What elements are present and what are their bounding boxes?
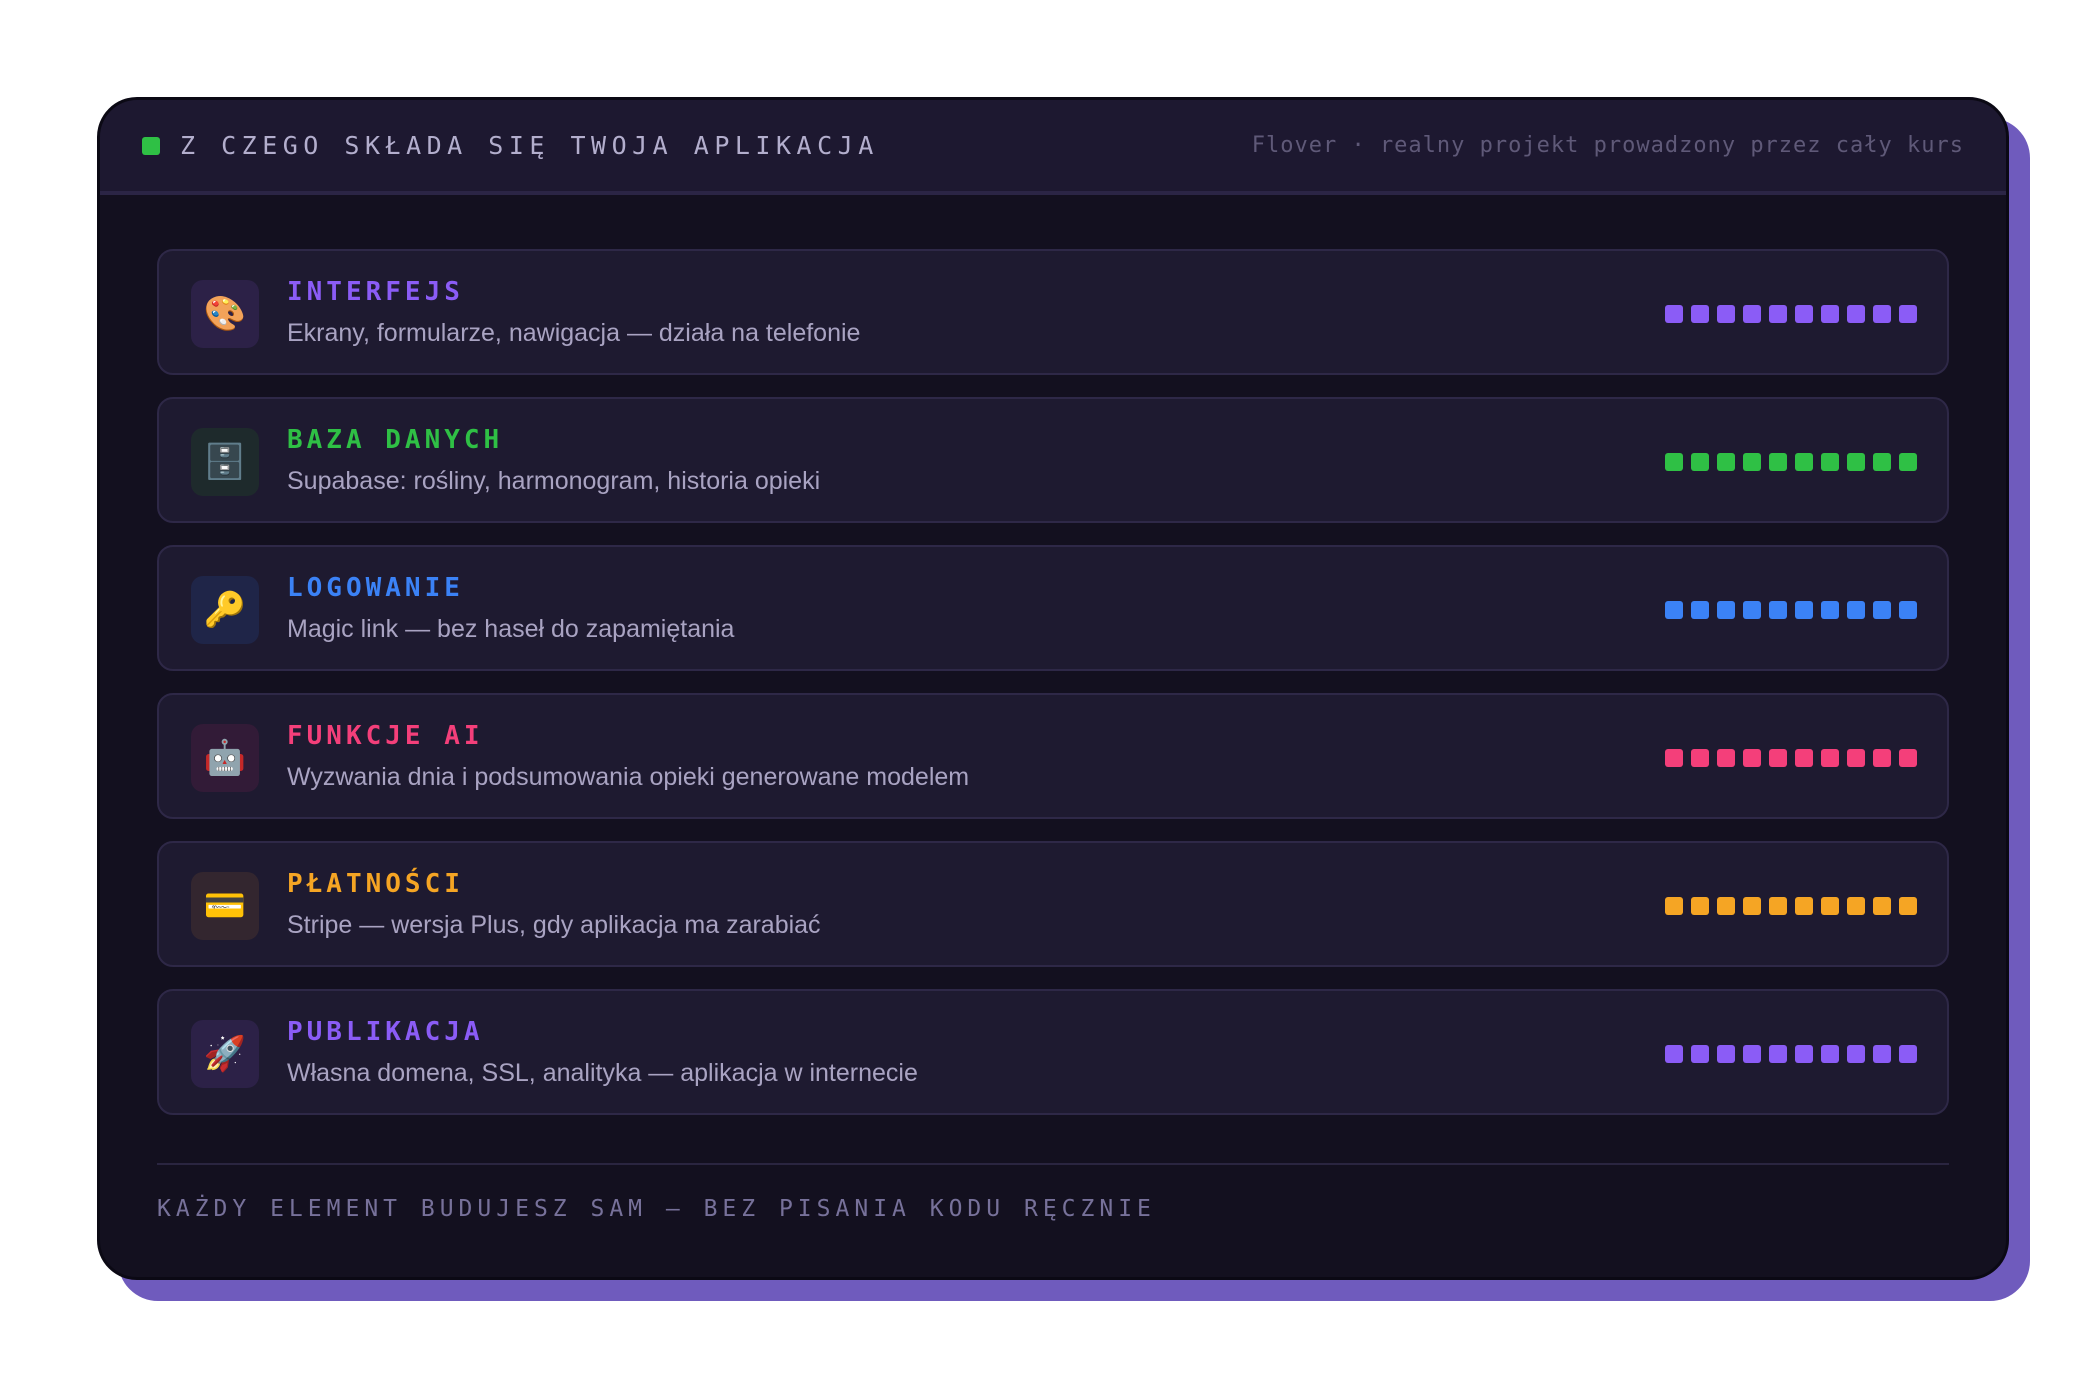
progress-segment [1691, 897, 1709, 915]
progress-segment [1743, 453, 1761, 471]
progress-segment [1743, 897, 1761, 915]
progress-segment [1899, 897, 1917, 915]
progress-segment [1847, 749, 1865, 767]
module-row-4: 💳 PŁATNOŚCI Stripe — wersja Plus, gdy ap… [157, 841, 1949, 967]
progress-segment [1665, 453, 1683, 471]
footer-divider [157, 1163, 1949, 1165]
progress-segment [1795, 1045, 1813, 1063]
progress-segment [1899, 453, 1917, 471]
progress-segment [1873, 749, 1891, 767]
module-description: Stripe — wersja Plus, gdy aplikacja ma z… [287, 911, 821, 939]
module-description: Ekrany, formularze, nawigacja — działa n… [287, 319, 861, 347]
progress-segment [1665, 897, 1683, 915]
module-row-3: 🤖 FUNKCJE AI Wyzwania dnia i podsumowani… [157, 693, 1949, 819]
progress-segment [1743, 305, 1761, 323]
module-list: 🎨 INTERFEJS Ekrany, formularze, nawigacj… [157, 249, 1949, 1137]
module-title: PUBLIKACJA [287, 1017, 484, 1047]
module-progress-meter [1665, 1045, 1917, 1063]
app-components-card: Z CZEGO SKŁADA SIĘ TWOJA APLIKACJA Flove… [97, 97, 2009, 1280]
progress-segment [1873, 453, 1891, 471]
progress-segment [1795, 749, 1813, 767]
progress-segment [1769, 749, 1787, 767]
progress-segment [1821, 601, 1839, 619]
progress-segment [1717, 749, 1735, 767]
module-progress-meter [1665, 897, 1917, 915]
progress-segment [1665, 601, 1683, 619]
module-progress-meter [1665, 305, 1917, 323]
progress-segment [1717, 1045, 1735, 1063]
progress-segment [1769, 305, 1787, 323]
progress-segment [1717, 897, 1735, 915]
status-dot [142, 136, 160, 155]
progress-segment [1873, 1045, 1891, 1063]
module-title: PŁATNOŚCI [287, 869, 464, 899]
file-cabinet-icon: 🗄️ [191, 428, 259, 496]
progress-segment [1899, 1045, 1917, 1063]
module-description: Własna domena, SSL, analityka — aplikacj… [287, 1059, 918, 1087]
key-icon: 🔑 [191, 576, 259, 644]
progress-segment [1795, 601, 1813, 619]
progress-segment [1717, 601, 1735, 619]
progress-segment [1821, 897, 1839, 915]
progress-segment [1691, 749, 1709, 767]
card-title: Z CZEGO SKŁADA SIĘ TWOJA APLIKACJA [180, 131, 879, 160]
progress-segment [1665, 749, 1683, 767]
module-row-0: 🎨 INTERFEJS Ekrany, formularze, nawigacj… [157, 249, 1949, 375]
module-progress-meter [1665, 453, 1917, 471]
rocket-icon: 🚀 [191, 1020, 259, 1088]
progress-segment [1665, 305, 1683, 323]
card-subtitle: Flover · realny projekt prowadzony przez… [1251, 133, 1964, 158]
module-title: INTERFEJS [287, 277, 464, 307]
progress-segment [1769, 897, 1787, 915]
progress-segment [1665, 1045, 1683, 1063]
module-row-2: 🔑 LOGOWANIE Magic link — bez haseł do za… [157, 545, 1949, 671]
progress-segment [1691, 453, 1709, 471]
progress-segment [1899, 305, 1917, 323]
module-row-1: 🗄️ BAZA DANYCH Supabase: rośliny, harmon… [157, 397, 1949, 523]
progress-segment [1743, 601, 1761, 619]
progress-segment [1691, 601, 1709, 619]
progress-segment [1743, 749, 1761, 767]
progress-segment [1821, 305, 1839, 323]
progress-segment [1769, 601, 1787, 619]
palette-icon: 🎨 [191, 280, 259, 348]
progress-segment [1743, 1045, 1761, 1063]
progress-segment [1899, 601, 1917, 619]
progress-segment [1821, 749, 1839, 767]
module-row-5: 🚀 PUBLIKACJA Własna domena, SSL, anality… [157, 989, 1949, 1115]
progress-segment [1795, 305, 1813, 323]
module-progress-meter [1665, 601, 1917, 619]
robot-icon: 🤖 [191, 724, 259, 792]
progress-segment [1691, 305, 1709, 323]
progress-segment [1795, 897, 1813, 915]
progress-segment [1847, 1045, 1865, 1063]
module-description: Supabase: rośliny, harmonogram, historia… [287, 467, 821, 495]
module-progress-meter [1665, 749, 1917, 767]
progress-segment [1847, 305, 1865, 323]
module-description: Magic link — bez haseł do zapamiętania [287, 615, 735, 643]
module-title: BAZA DANYCH [287, 425, 504, 455]
module-title: FUNKCJE AI [287, 721, 484, 751]
progress-segment [1769, 453, 1787, 471]
progress-segment [1899, 749, 1917, 767]
progress-segment [1847, 601, 1865, 619]
module-title: LOGOWANIE [287, 573, 464, 603]
progress-segment [1873, 897, 1891, 915]
progress-segment [1769, 1045, 1787, 1063]
footer-note: KAŻDY ELEMENT BUDUJESZ SAM — BEZ PISANIA… [157, 1196, 1156, 1222]
progress-segment [1873, 601, 1891, 619]
credit-card-icon: 💳 [191, 872, 259, 940]
progress-segment [1821, 453, 1839, 471]
module-description: Wyzwania dnia i podsumowania opieki gene… [287, 763, 970, 791]
progress-segment [1717, 305, 1735, 323]
card-header: Z CZEGO SKŁADA SIĘ TWOJA APLIKACJA Flove… [100, 100, 2006, 195]
progress-segment [1691, 1045, 1709, 1063]
progress-segment [1717, 453, 1735, 471]
header-left: Z CZEGO SKŁADA SIĘ TWOJA APLIKACJA [142, 131, 879, 160]
progress-segment [1795, 453, 1813, 471]
progress-segment [1873, 305, 1891, 323]
progress-segment [1821, 1045, 1839, 1063]
progress-segment [1847, 897, 1865, 915]
progress-segment [1847, 453, 1865, 471]
